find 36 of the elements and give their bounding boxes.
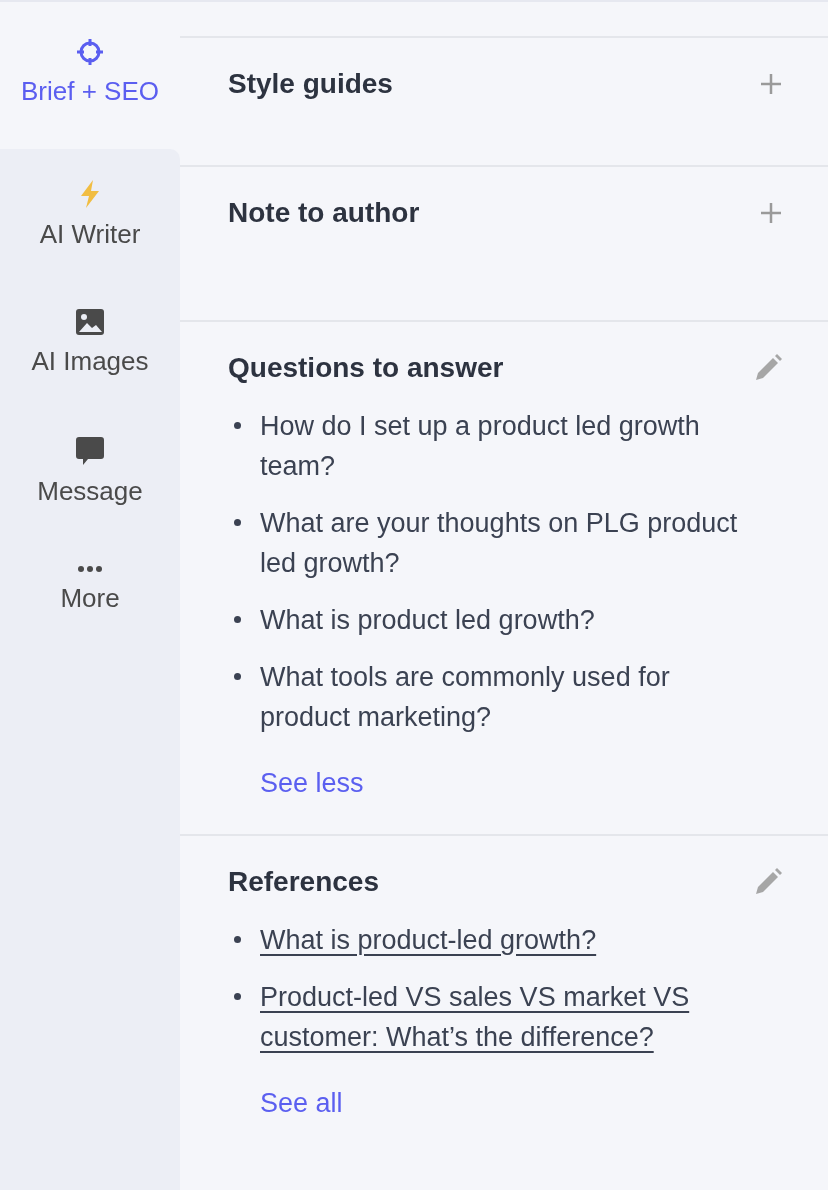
crosshair-icon — [76, 38, 104, 66]
section-title: Style guides — [228, 68, 393, 100]
bullet — [234, 673, 241, 680]
pencil-icon — [753, 353, 783, 383]
edit-button[interactable] — [753, 866, 783, 897]
plus-icon — [759, 72, 783, 96]
reference-link[interactable]: What is product-led growth? — [260, 919, 597, 960]
sidebar-tab[interactable]: More — [0, 564, 180, 614]
bullet — [234, 935, 241, 943]
bullet — [234, 992, 241, 1000]
pencil-icon — [753, 866, 783, 897]
question-text: What is product led growth? — [260, 604, 595, 637]
sidebar-tab[interactable]: AI Writer — [0, 179, 180, 251]
toggle-link[interactable]: See less — [260, 763, 364, 804]
image-icon — [75, 308, 105, 337]
chat-bubble-icon — [75, 435, 105, 466]
section-title: Note to author — [228, 197, 420, 229]
sidebar-tab[interactable]: Brief + SEO — [0, 38, 180, 108]
bullet — [234, 519, 241, 526]
plus-icon — [759, 201, 783, 225]
question-text: What are your thoughts on PLG product led growth? — [260, 507, 739, 580]
bullet — [234, 616, 241, 623]
section-title: Questions to answer — [228, 352, 504, 384]
reference-link[interactable]: Product-led VS sales VS market VS customer: What’s the difference? — [260, 976, 743, 1057]
more-icon — [77, 564, 103, 573]
add-button[interactable] — [759, 72, 783, 96]
edit-button[interactable] — [753, 353, 783, 383]
sidebar-tab[interactable]: Message — [0, 435, 180, 507]
bullet — [234, 422, 241, 429]
question-text: What tools are commonly used for product marketing? — [260, 661, 671, 734]
sidebar-tab[interactable]: AI Images — [0, 308, 180, 378]
lightning-icon — [79, 179, 101, 210]
question-text: How do I set up a product led growth team? — [260, 410, 701, 483]
section-title: References — [228, 865, 379, 898]
toggle-link[interactable]: See all — [260, 1082, 343, 1123]
add-button[interactable] — [759, 201, 783, 225]
